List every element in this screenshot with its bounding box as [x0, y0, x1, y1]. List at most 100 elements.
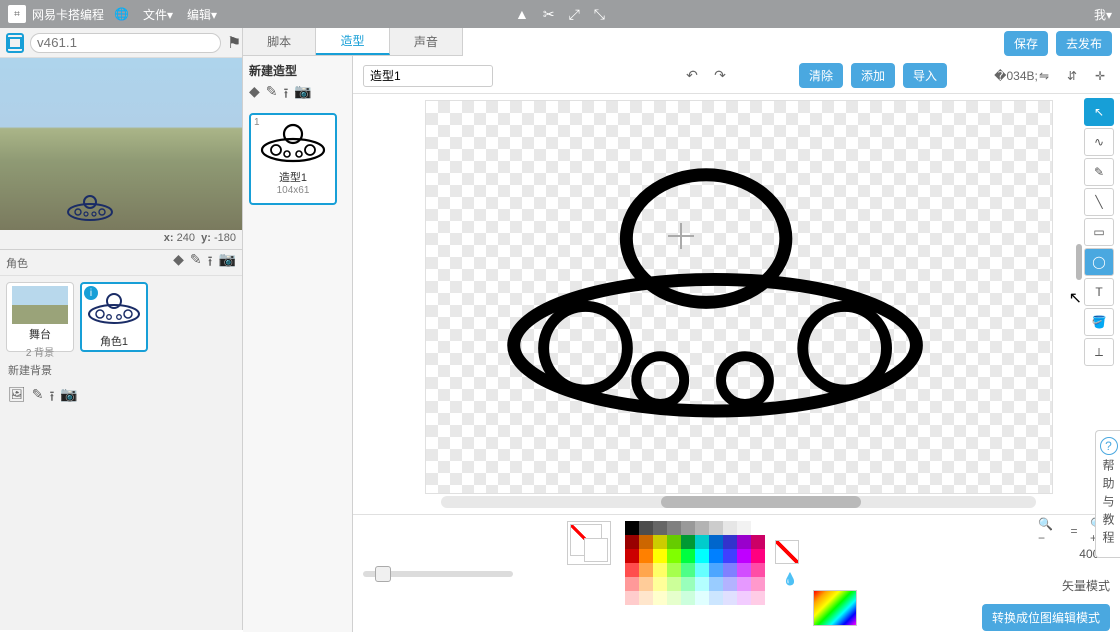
save-button[interactable]: 保存 — [1004, 31, 1048, 56]
palette-swatch[interactable] — [751, 549, 765, 563]
palette-swatch[interactable] — [625, 591, 639, 605]
palette-swatch[interactable] — [625, 521, 639, 535]
palette-swatch[interactable] — [737, 591, 751, 605]
help-side-tab[interactable]: ? 帮助与教程 — [1095, 430, 1120, 558]
tab-costumes[interactable]: 造型 — [316, 28, 389, 55]
pencil-tool[interactable]: ✎ — [1084, 158, 1114, 186]
backdrop-library-icon[interactable]: 🖼 — [8, 386, 26, 410]
palette-swatch[interactable] — [695, 521, 709, 535]
select-tool[interactable]: ↖ — [1084, 98, 1114, 126]
color-palette[interactable] — [625, 521, 765, 605]
grow-tool-icon[interactable]: ⤢ — [569, 6, 580, 23]
tab-scripts[interactable]: 脚本 — [243, 28, 316, 55]
new-sprite-library-icon[interactable]: ◆ — [173, 251, 184, 275]
palette-swatch[interactable] — [653, 577, 667, 591]
costume-name-input[interactable] — [363, 65, 493, 87]
palette-swatch[interactable] — [667, 563, 681, 577]
menu-edit[interactable]: 编辑▾ — [187, 6, 217, 23]
palette-swatch[interactable] — [751, 563, 765, 577]
palette-swatch[interactable] — [709, 521, 723, 535]
palette-swatch[interactable] — [709, 577, 723, 591]
palette-swatch[interactable] — [653, 563, 667, 577]
palette-swatch[interactable] — [723, 521, 737, 535]
brush-size-slider[interactable] — [363, 571, 513, 577]
ellipse-tool[interactable]: ◯ — [1084, 248, 1114, 276]
undo-icon[interactable]: ↶ — [681, 65, 703, 87]
palette-swatch[interactable] — [625, 535, 639, 549]
stamp-tool-icon[interactable]: ▲ — [515, 6, 529, 23]
costume-camera-icon[interactable]: 📷 — [294, 83, 311, 107]
palette-swatch[interactable] — [681, 591, 695, 605]
no-color-swatch[interactable] — [775, 540, 799, 564]
palette-swatch[interactable] — [681, 549, 695, 563]
palette-swatch[interactable] — [695, 563, 709, 577]
new-sprite-upload-icon[interactable]: ⭱ — [208, 251, 213, 275]
palette-swatch[interactable] — [667, 549, 681, 563]
costume-upload-icon[interactable]: ⭱ — [284, 83, 289, 107]
palette-swatch[interactable] — [709, 591, 723, 605]
zoom-out-icon[interactable]: 🔍− — [1038, 521, 1058, 541]
palette-swatch[interactable] — [737, 563, 751, 577]
color-picker-gradient[interactable] — [813, 590, 857, 626]
set-center-icon[interactable]: ✛ — [1090, 66, 1110, 86]
add-button[interactable]: 添加 — [851, 63, 895, 88]
zoom-reset-icon[interactable]: = — [1064, 521, 1084, 541]
globe-icon[interactable]: 🌐 — [114, 7, 129, 21]
help-icon[interactable]: ? — [1100, 437, 1118, 455]
palette-swatch[interactable] — [667, 521, 681, 535]
palette-swatch[interactable] — [667, 591, 681, 605]
backdrop-camera-icon[interactable]: 📷 — [60, 386, 77, 410]
paint-canvas[interactable] — [425, 100, 1053, 494]
palette-swatch[interactable] — [639, 521, 653, 535]
palette-swatch[interactable] — [639, 535, 653, 549]
palette-swatch[interactable] — [751, 591, 765, 605]
text-tool[interactable]: T — [1084, 278, 1114, 306]
palette-swatch[interactable] — [667, 535, 681, 549]
palette-swatch[interactable] — [625, 549, 639, 563]
palette-swatch[interactable] — [653, 549, 667, 563]
costume-library-icon[interactable]: ◆ — [249, 83, 260, 107]
palette-swatch[interactable] — [681, 521, 695, 535]
menu-file[interactable]: 文件▾ — [143, 6, 173, 23]
palette-swatch[interactable] — [625, 563, 639, 577]
stage-preview[interactable] — [0, 58, 242, 230]
stamp-copy-tool[interactable]: ⟂ — [1084, 338, 1114, 366]
palette-swatch[interactable] — [639, 563, 653, 577]
palette-swatch[interactable] — [639, 549, 653, 563]
palette-swatch[interactable] — [723, 577, 737, 591]
line-tool[interactable]: ╲ — [1084, 188, 1114, 216]
palette-swatch[interactable] — [653, 521, 667, 535]
sprite-thumbnail[interactable]: i 角色1 — [80, 282, 148, 352]
palette-swatch[interactable] — [653, 591, 667, 605]
palette-swatch[interactable] — [751, 521, 765, 535]
palette-swatch[interactable] — [695, 591, 709, 605]
backdrop-upload-icon[interactable]: ⭱ — [50, 386, 55, 410]
import-button[interactable]: 导入 — [903, 63, 947, 88]
costume-paint-icon[interactable]: ✎ — [266, 83, 278, 107]
crop-icon[interactable]: �034B; — [1006, 66, 1026, 86]
palette-swatch[interactable] — [653, 535, 667, 549]
palette-swatch[interactable] — [709, 549, 723, 563]
user-menu[interactable]: 我▾ — [1094, 6, 1112, 23]
palette-swatch[interactable] — [709, 563, 723, 577]
palette-swatch[interactable] — [639, 577, 653, 591]
flip-v-icon[interactable]: ⇵ — [1062, 66, 1082, 86]
palette-swatch[interactable] — [681, 563, 695, 577]
publish-button[interactable]: 去发布 — [1056, 31, 1112, 56]
project-name-input[interactable] — [30, 33, 221, 53]
reshape-tool[interactable]: ∿ — [1084, 128, 1114, 156]
palette-swatch[interactable] — [695, 577, 709, 591]
palette-swatch[interactable] — [681, 535, 695, 549]
palette-swatch[interactable] — [737, 521, 751, 535]
palette-swatch[interactable] — [751, 577, 765, 591]
canvas-h-scrollbar[interactable] — [441, 496, 1036, 508]
shrink-tool-icon[interactable]: ⤡ — [594, 6, 605, 23]
palette-swatch[interactable] — [695, 549, 709, 563]
clear-button[interactable]: 清除 — [799, 63, 843, 88]
palette-swatch[interactable] — [723, 549, 737, 563]
palette-swatch[interactable] — [723, 591, 737, 605]
palette-swatch[interactable] — [737, 577, 751, 591]
fill-tool[interactable]: 🪣 — [1084, 308, 1114, 336]
fullscreen-button[interactable] — [6, 33, 24, 53]
palette-swatch[interactable] — [723, 535, 737, 549]
